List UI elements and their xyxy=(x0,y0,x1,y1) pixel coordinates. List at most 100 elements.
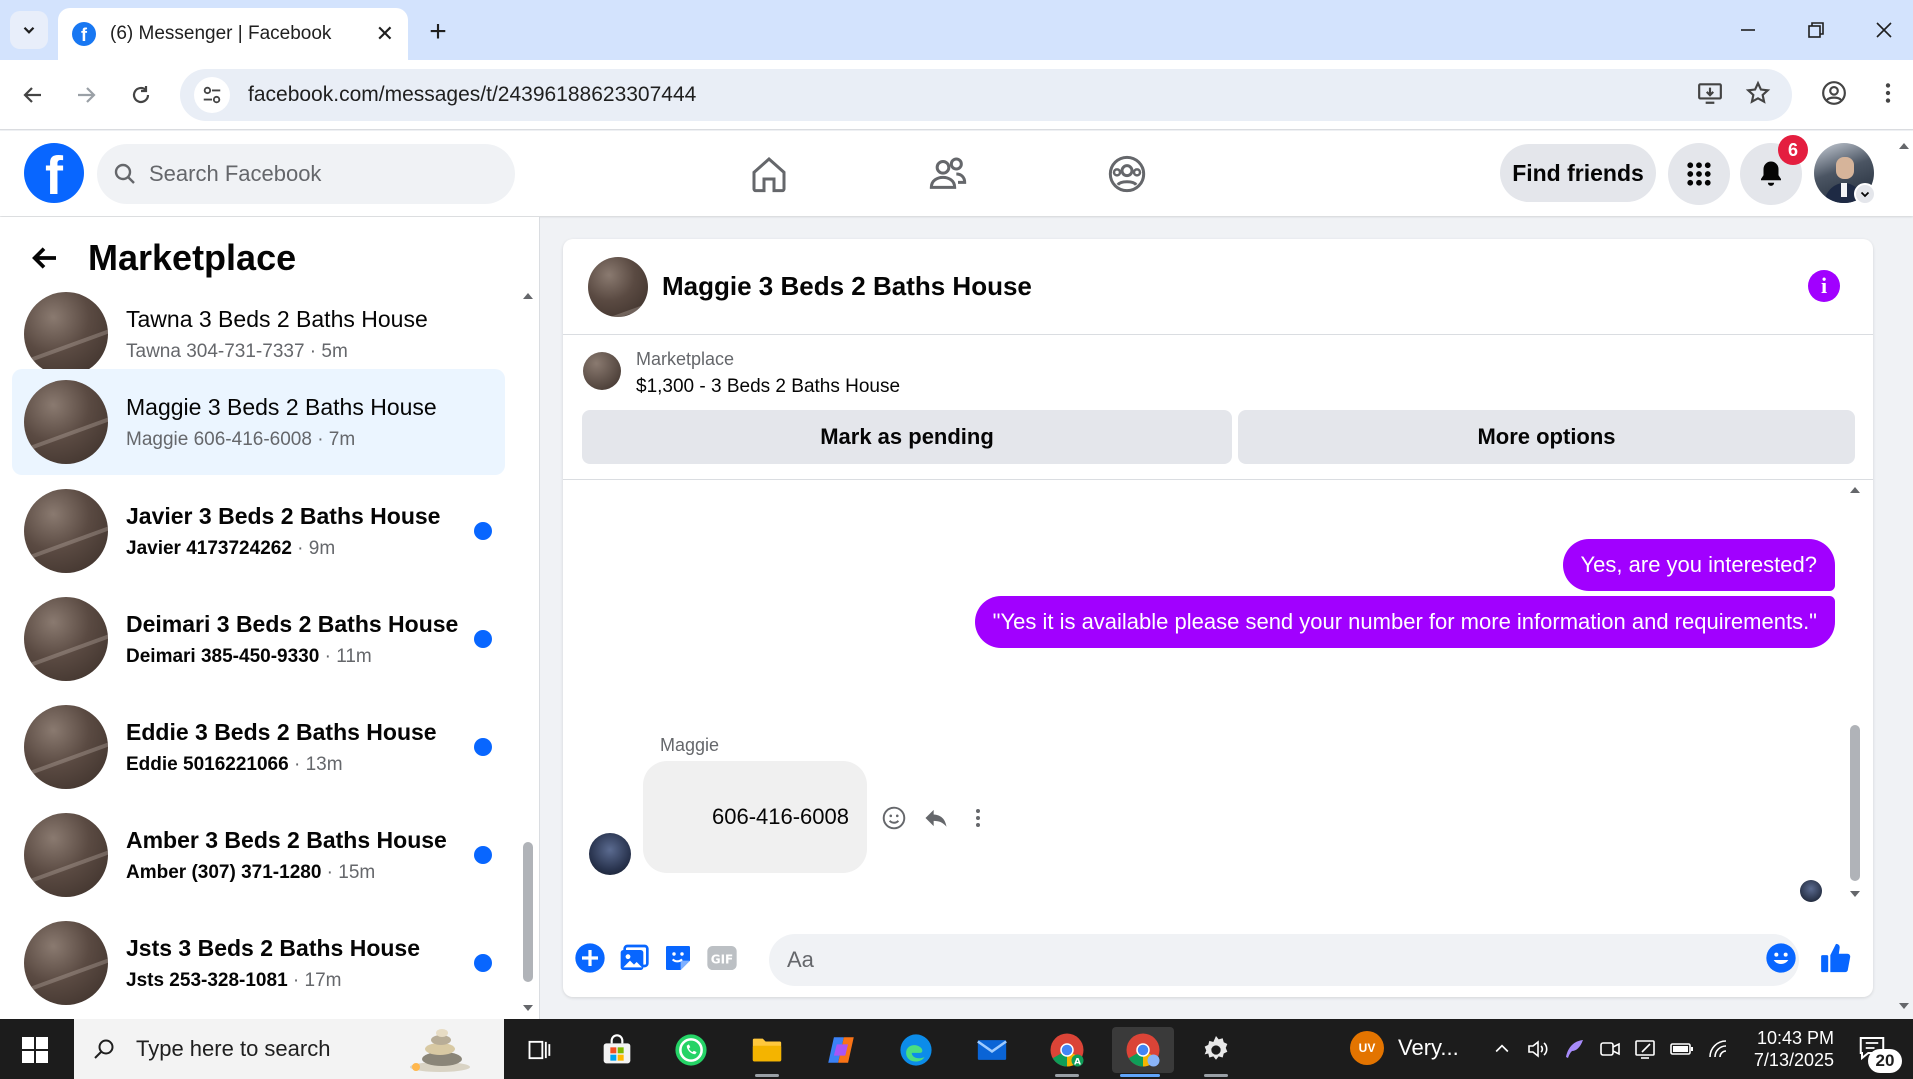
taskbar-file-explorer[interactable] xyxy=(739,1027,795,1077)
friends-nav-button[interactable] xyxy=(920,148,976,200)
reload-button[interactable] xyxy=(122,76,160,114)
back-button[interactable] xyxy=(14,76,52,114)
facebook-search-box[interactable] xyxy=(97,144,515,204)
battery-button[interactable] xyxy=(1668,1035,1696,1063)
incoming-message[interactable]: 606-416-6008 xyxy=(643,761,867,873)
active-indicator xyxy=(1120,1074,1160,1077)
message-input-box[interactable] xyxy=(769,934,1799,986)
new-tab-button[interactable]: + xyxy=(420,14,456,50)
show-hidden-icons-button[interactable] xyxy=(1488,1035,1516,1063)
volume-button[interactable] xyxy=(1524,1035,1552,1063)
listing-title[interactable]: $1,300 - 3 Beds 2 Baths House xyxy=(636,376,900,398)
wifi-icon xyxy=(1709,1040,1727,1058)
gif-button[interactable]: GIF xyxy=(703,939,741,977)
search-highlight-stones-icon xyxy=(410,1029,470,1072)
tab-close-icon[interactable]: ✕ xyxy=(376,21,394,47)
message-more-button[interactable] xyxy=(961,801,995,835)
taskbar-microsoft-store[interactable] xyxy=(589,1027,645,1073)
page-scroll-up-arrow-icon[interactable] xyxy=(1897,139,1911,153)
reload-icon xyxy=(132,86,150,104)
page-scrollbar[interactable] xyxy=(1895,131,1913,1019)
outgoing-message[interactable]: Yes, are you interested? xyxy=(1562,539,1835,591)
taskbar-copilot[interactable] xyxy=(813,1027,869,1073)
minimize-button[interactable] xyxy=(1728,12,1768,48)
emoji-button[interactable] xyxy=(1762,939,1800,977)
windows-start-icon[interactable] xyxy=(22,1037,48,1063)
address-bar[interactable]: facebook.com/messages/t/2439618862330744… xyxy=(180,69,1792,121)
taskbar-edge[interactable] xyxy=(888,1027,944,1073)
chat-avatar[interactable] xyxy=(588,256,648,317)
conversation-list-scroll-thumb[interactable] xyxy=(523,842,533,982)
message-input[interactable] xyxy=(787,947,1687,973)
groups-nav-button[interactable] xyxy=(1099,148,1155,200)
conversation-item[interactable]: Eddie 3 Beds 2 Baths House Eddie 5016221… xyxy=(12,694,505,800)
chat-scroll-thumb[interactable] xyxy=(1850,725,1860,881)
pen-menu-button[interactable] xyxy=(1560,1035,1588,1063)
taskbar-settings[interactable] xyxy=(1188,1027,1244,1077)
chat-scroll-down-arrow-icon[interactable] xyxy=(1848,887,1862,901)
more-options-button[interactable]: More options xyxy=(1238,410,1855,464)
tab-search-button[interactable] xyxy=(10,11,48,49)
facebook-search-input[interactable] xyxy=(149,161,489,187)
bell-icon xyxy=(1761,161,1781,186)
facebook-logo-icon[interactable]: f xyxy=(24,143,84,203)
conversation-item[interactable]: Deimari 3 Beds 2 Baths House Deimari 385… xyxy=(12,586,505,692)
close-window-button[interactable] xyxy=(1864,12,1904,48)
conversation-item[interactable]: Jsts 3 Beds 2 Baths House Jsts 253-328-1… xyxy=(12,910,505,1016)
conversation-name: Deimari 3 Beds 2 Baths House xyxy=(126,610,459,637)
conversation-avatar xyxy=(24,292,108,376)
react-button[interactable] xyxy=(877,801,911,835)
install-app-icon[interactable] xyxy=(1692,75,1728,111)
browser-tab-messenger[interactable]: f (6) Messenger | Facebook ✕ xyxy=(58,8,408,60)
chat-scroll-up-arrow-icon[interactable] xyxy=(1848,483,1862,497)
more-actions-button[interactable] xyxy=(571,939,609,977)
profile-account-icon[interactable] xyxy=(1816,75,1852,111)
taskbar-weather-widget[interactable]: UV Very... xyxy=(1350,1031,1459,1065)
browser-menu-icon[interactable] xyxy=(1870,75,1906,111)
edge-icon xyxy=(900,1034,932,1066)
home-nav-button[interactable] xyxy=(741,148,797,200)
taskbar-search-box[interactable]: Type here to search xyxy=(74,1019,504,1079)
conversation-item[interactable]: Javier 3 Beds 2 Baths House Javier 41737… xyxy=(12,478,505,584)
mark-as-pending-button[interactable]: Mark as pending xyxy=(582,410,1232,464)
conversation-avatar xyxy=(24,705,108,789)
taskbar-chrome-active[interactable] xyxy=(1112,1027,1174,1077)
sender-avatar[interactable] xyxy=(589,833,631,875)
whatsapp-icon xyxy=(675,1034,707,1066)
outgoing-message[interactable]: "Yes it is available please send your nu… xyxy=(974,596,1835,648)
taskbar-chrome-profile-a[interactable]: A xyxy=(1039,1027,1095,1077)
menu-button[interactable] xyxy=(1668,143,1730,205)
site-settings-icon[interactable] xyxy=(194,77,230,113)
listing-thumbnail[interactable] xyxy=(583,352,621,390)
taskbar-search-placeholder: Type here to search xyxy=(136,1036,331,1061)
account-dropdown-icon[interactable] xyxy=(1854,183,1876,205)
conversation-contact: Maggie 606-416-6008 xyxy=(126,428,312,450)
back-arrow-icon[interactable] xyxy=(28,242,60,274)
taskbar-clock[interactable]: 10:43 PM 7/13/2025 xyxy=(1740,1027,1834,1071)
grid-menu-icon xyxy=(1687,162,1711,186)
conversation-contact: Jsts 253-328-1081 xyxy=(126,969,288,991)
forward-button[interactable] xyxy=(67,76,105,114)
like-send-button[interactable] xyxy=(1817,939,1855,977)
scroll-down-arrow-icon[interactable] xyxy=(521,1001,535,1015)
reply-button[interactable] xyxy=(919,801,953,835)
wifi-button[interactable] xyxy=(1704,1035,1732,1063)
friends-icon xyxy=(929,157,967,189)
taskbar-task-view[interactable] xyxy=(512,1027,568,1073)
meet-now-button[interactable] xyxy=(1596,1035,1624,1063)
taskbar-mail[interactable] xyxy=(964,1027,1020,1073)
display-tray-button[interactable] xyxy=(1632,1035,1660,1063)
conversation-item-active[interactable]: Maggie 3 Beds 2 Baths House Maggie 606-4… xyxy=(12,369,505,475)
chat-title[interactable]: Maggie 3 Beds 2 Baths House xyxy=(662,271,1032,302)
attach-photo-button[interactable] xyxy=(615,939,653,977)
sticker-button[interactable] xyxy=(659,939,697,977)
conversation-info-icon[interactable]: i xyxy=(1808,270,1840,302)
taskbar-whatsapp[interactable] xyxy=(663,1027,719,1073)
conversation-item[interactable]: Amber 3 Beds 2 Baths House Amber (307) 3… xyxy=(12,802,505,908)
page-scroll-down-arrow-icon[interactable] xyxy=(1897,999,1911,1013)
restore-button[interactable] xyxy=(1796,12,1836,48)
conversation-contact: Javier 4173724262 xyxy=(126,537,292,559)
find-friends-button[interactable]: Find friends xyxy=(1500,144,1656,202)
scroll-up-arrow-icon[interactable] xyxy=(521,289,535,303)
bookmark-star-icon[interactable] xyxy=(1740,75,1776,111)
